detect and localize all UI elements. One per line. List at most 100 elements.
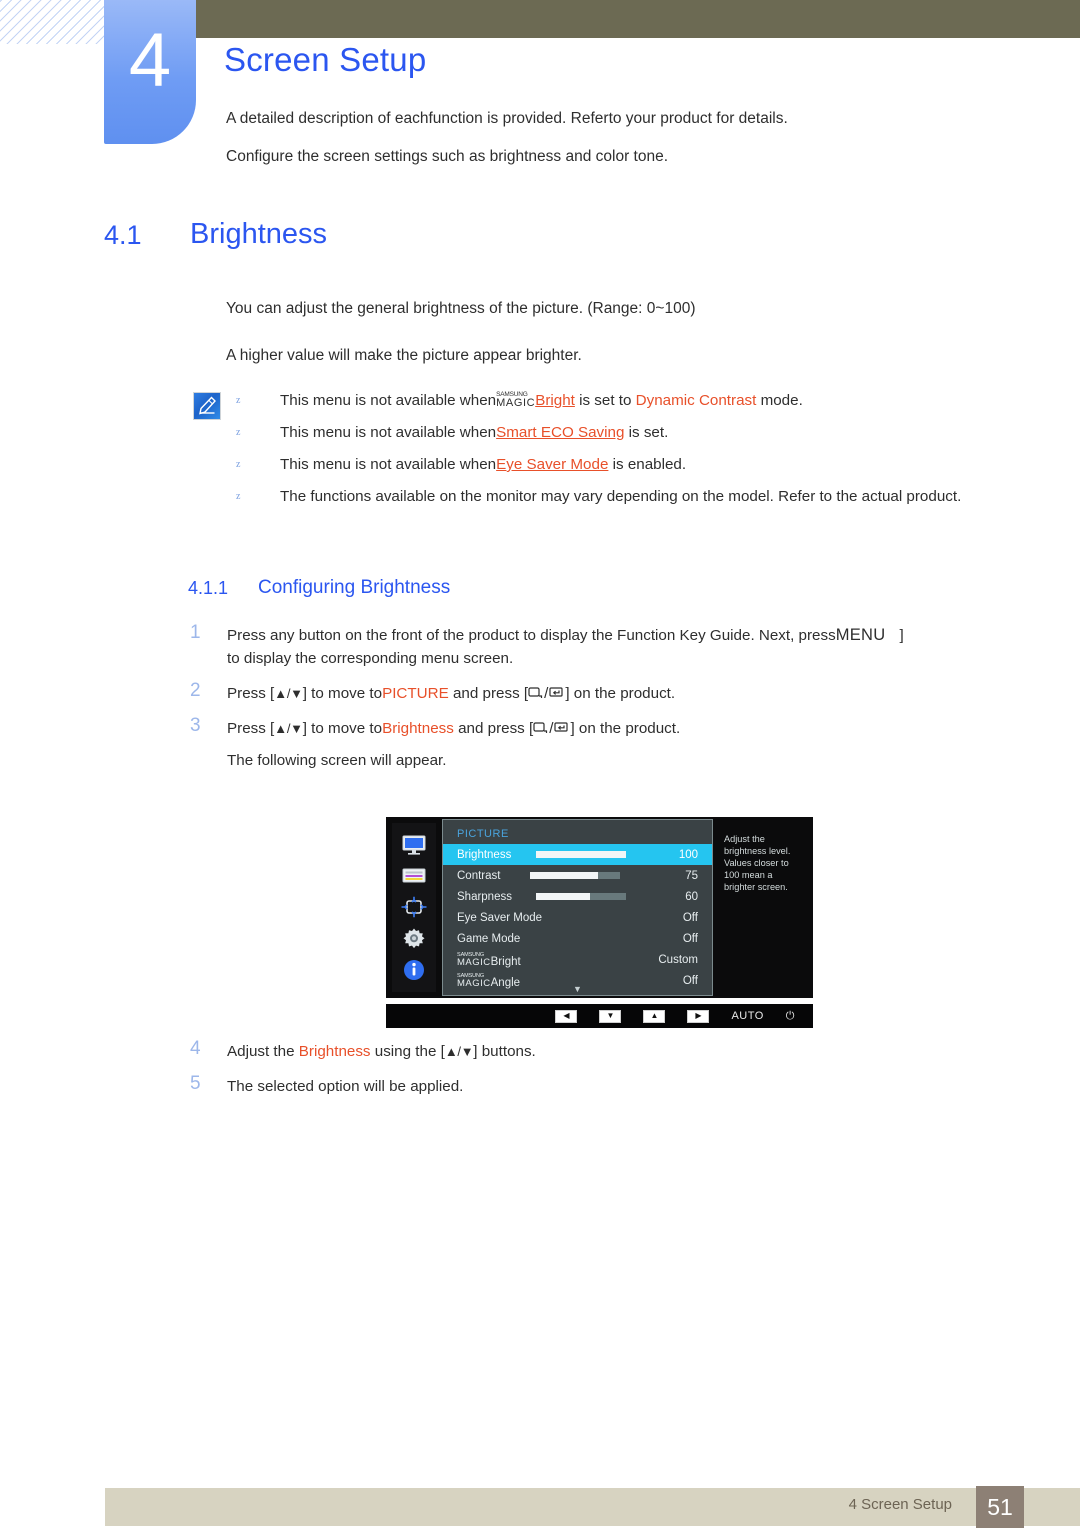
info-icon[interactable]	[399, 958, 429, 982]
chapter-description-line-2: Configure the screen settings such as br…	[226, 148, 669, 165]
step-text: The selected option will be applied.	[227, 1078, 464, 1095]
step-term-picture: PICTURE	[382, 685, 449, 702]
note-term-bright: Bright	[535, 392, 575, 409]
updown-keys-glyph: ▲/▼	[274, 721, 303, 736]
section-paragraph-1: You can adjust the general brightness of…	[226, 300, 696, 317]
step-text-c: ] buttons.	[473, 1043, 536, 1060]
note-term-smart-eco-saving: Smart ECO Saving	[496, 424, 625, 441]
color-settings-icon[interactable]	[399, 864, 429, 888]
up-button[interactable]: ▲	[643, 1009, 666, 1023]
osd-row-label: SAMSUNG MAGIC Bright	[457, 952, 521, 968]
osd-category-label: PICTURE	[457, 828, 509, 840]
section-number: 4.1	[104, 220, 142, 250]
note-item: z This menu is not available when SAMSUNG…	[236, 390, 996, 422]
note-pen-icon	[193, 392, 221, 420]
power-icon[interactable]: ⏻	[786, 1010, 795, 1023]
note-text: This menu is not available whenSmart ECO…	[280, 422, 996, 444]
note-text-pre: This menu is not available when	[280, 424, 497, 441]
subsection-number: 4.1.1	[188, 578, 229, 598]
note-text-pre: This menu is not available when	[280, 392, 497, 409]
osd-help-text: Adjust the brightness level. Values clos…	[724, 834, 791, 892]
osd-row-label: Brightness	[457, 848, 512, 861]
chevron-down-icon[interactable]: ▼	[443, 985, 712, 994]
osd-icon-rail	[392, 823, 436, 992]
osd-row-slider[interactable]	[500, 872, 650, 879]
notes-list: z This menu is not available when SAMSUNG…	[236, 390, 996, 518]
osd-row-value: Off	[682, 932, 698, 945]
keycap-bracket: ]	[899, 627, 904, 644]
samsung-magic-label: SAMSUNG MAGIC	[457, 952, 491, 968]
header-olive-bar	[196, 0, 1080, 38]
osd-row-label: Sharpness	[457, 890, 512, 903]
note-bullet-glyph: z	[236, 395, 241, 406]
note-text-post: mode.	[756, 392, 803, 409]
osd-row-value: Custom	[658, 953, 698, 966]
step-text: Press any button on the front of the pro…	[227, 624, 1000, 647]
osd-menu: PICTURE Brightness 100 Contrast 75 Sharp…	[442, 819, 713, 996]
osd-button-bar: ◀ ▼ ▲ ▶ AUTO ⏻	[386, 1004, 813, 1028]
osd-row-label: Contrast	[457, 869, 501, 882]
enter-key-icon	[554, 718, 570, 741]
note-bullet-glyph: z	[236, 459, 241, 470]
step-text-c: and press [	[453, 720, 534, 737]
osd-row-brightness[interactable]: Brightness 100	[443, 844, 712, 865]
step-number: 5	[190, 1073, 201, 1094]
step-text: Press [▲/▼] to move toPICTURE and press …	[227, 682, 1000, 705]
note-text: The functions available on the monitor m…	[280, 488, 962, 505]
gear-icon[interactable]	[399, 927, 429, 951]
step-item: 2 Press [▲/▼] to move toPICTURE and pres…	[190, 680, 1000, 705]
page-number: 51	[976, 1486, 1024, 1528]
down-button[interactable]: ▼	[599, 1009, 622, 1023]
note-text-pre: This menu is not available when	[280, 456, 497, 473]
step-text-a: Press any button on the front of the pro…	[227, 627, 836, 644]
osd-panel: PICTURE Brightness 100 Contrast 75 Sharp…	[386, 817, 813, 998]
osd-row-value: 60	[685, 890, 698, 903]
monitor-icon[interactable]	[399, 833, 429, 857]
step-text-b: using the [	[370, 1043, 445, 1060]
auto-button[interactable]: AUTO	[731, 1010, 763, 1022]
right-button[interactable]: ▶	[687, 1009, 710, 1023]
note-text-post: is set.	[624, 424, 669, 441]
step-text-a: Press [	[227, 685, 275, 702]
updown-keys-glyph: ▲/▼	[274, 686, 303, 701]
step-text-a: Press [	[227, 720, 275, 737]
osd-row-value: Off	[682, 911, 698, 924]
footer-chapter-label: 4 Screen Setup	[848, 1496, 952, 1513]
step-text-d: ] on the product.	[570, 720, 681, 737]
step-item: 4 Adjust the Brightness using the [▲/▼] …	[190, 1038, 1000, 1063]
osd-row-sharpness[interactable]: Sharpness 60	[443, 886, 712, 907]
osd-row-contrast[interactable]: Contrast 75	[443, 865, 712, 886]
osd-row-eye-saver-mode[interactable]: Eye Saver Mode Off	[443, 907, 712, 928]
note-item: z This menu is not available whenSmart E…	[236, 422, 996, 454]
osd-row-value: 100	[678, 848, 698, 861]
magic-bottom-text: MAGIC	[457, 956, 491, 968]
enter-key-icon	[549, 683, 565, 706]
step-number: 4	[190, 1038, 201, 1059]
note-text-post: is enabled.	[608, 456, 687, 473]
osd-row-slider[interactable]	[512, 893, 650, 900]
chapter-number: 4	[128, 18, 172, 103]
note-item: z This menu is not available whenEye Sav…	[236, 454, 996, 486]
note-bullet-glyph: z	[236, 491, 241, 502]
osd-row-value: 75	[685, 869, 698, 882]
steps-list-continued: 4 Adjust the Brightness using the [▲/▼] …	[190, 1038, 1000, 1110]
note-text: This menu is not available when SAMSUNG MA…	[280, 390, 996, 412]
osd-screenshot: PICTURE Brightness 100 Contrast 75 Sharp…	[386, 817, 813, 1032]
right-arrow-icon: ▶	[695, 1011, 702, 1020]
osd-row-game-mode[interactable]: Game Mode Off	[443, 928, 712, 949]
step-item: 1 Press any button on the front of the p…	[190, 622, 1000, 670]
osd-row-slider[interactable]	[511, 851, 650, 858]
resize-arrows-icon[interactable]	[399, 895, 429, 919]
chapter-title: Screen Setup	[224, 41, 427, 78]
step-follow-text: The following screen will appear.	[227, 752, 447, 769]
magic-bottom-text: MAGIC	[496, 397, 536, 409]
osd-row-label: Eye Saver Mode	[457, 911, 543, 924]
left-button[interactable]: ◀	[555, 1009, 578, 1023]
note-text-mid: is set to	[574, 392, 636, 409]
step-text-d: ] on the product.	[565, 685, 676, 702]
step-term-brightness: Brightness	[382, 720, 454, 737]
step-text-b: ] to move to	[302, 685, 383, 702]
step-text: Adjust the Brightness using the [▲/▼] bu…	[227, 1040, 1000, 1063]
step-text-a: Adjust the	[227, 1043, 299, 1060]
osd-row-magicbright[interactable]: SAMSUNG MAGIC Bright Custom	[443, 949, 712, 970]
